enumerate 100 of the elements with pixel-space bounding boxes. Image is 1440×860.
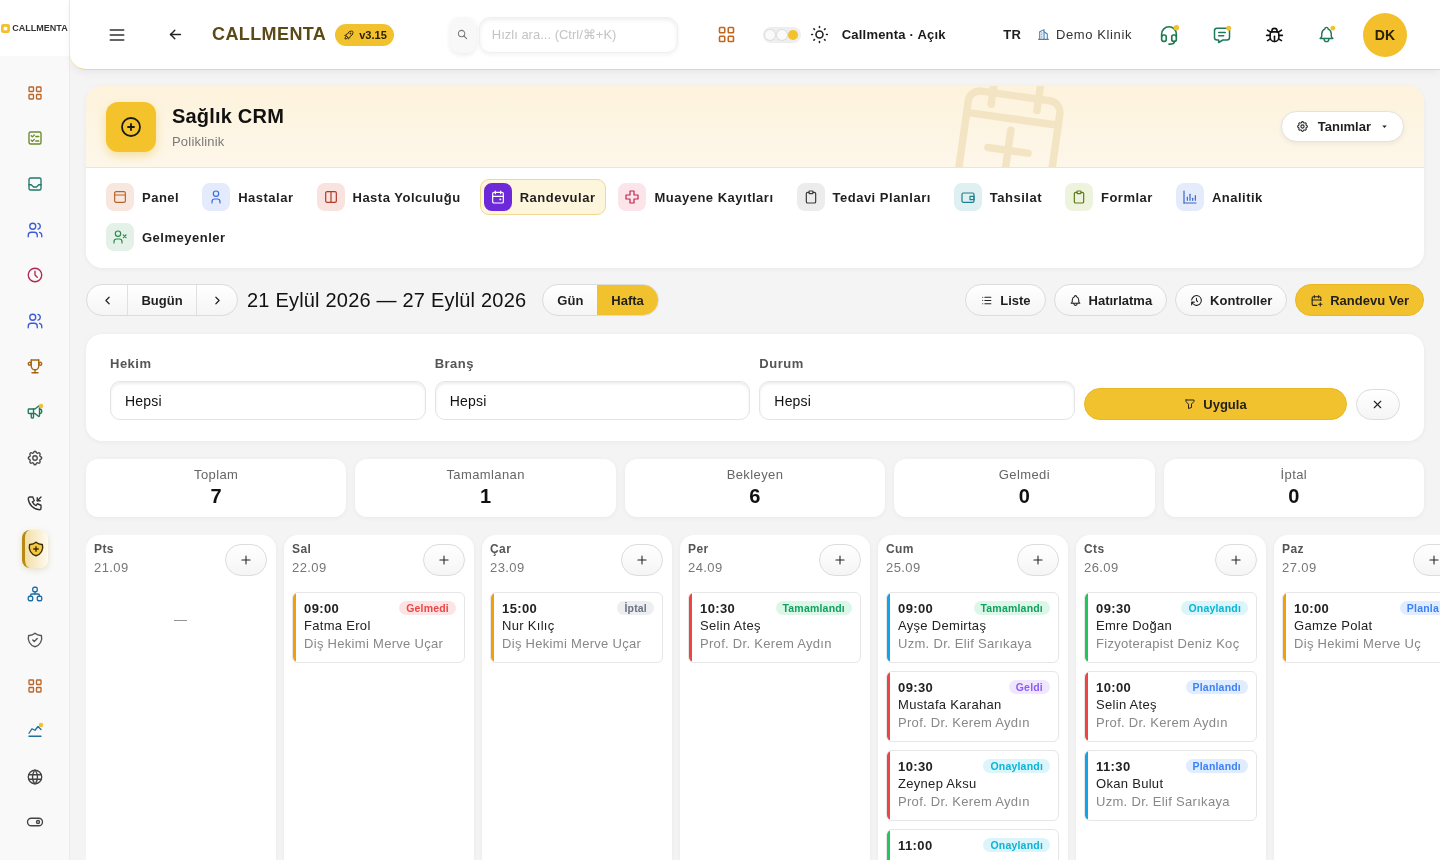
appointment-card[interactable]: 10:30 Onaylandı Zeynep Aksu Prof. Dr. Kerem Aydın: [886, 750, 1059, 821]
tab[interactable]: Randevular: [479, 179, 607, 215]
filter-label: Hekim: [110, 356, 152, 371]
action-button[interactable]: Randevu Ver: [1295, 284, 1424, 316]
users-icon: [25, 311, 44, 330]
view-tab[interactable]: Gün: [543, 285, 598, 315]
wallet-icon: [953, 183, 982, 211]
date-range-title: 21 Eylül 2026 — 27 Eylül 2026: [247, 288, 527, 312]
tab[interactable]: Panel: [102, 179, 191, 215]
tab[interactable]: Hastalar: [198, 179, 305, 215]
tab[interactable]: Hasta Yolculuğu: [312, 179, 472, 215]
day-date: 25.09: [886, 560, 921, 575]
filter-select[interactable]: Hepsi: [434, 381, 751, 420]
day-name: Per: [688, 542, 710, 556]
status-badge: Planlandı: [1185, 680, 1248, 694]
doctor-name: Diş Hekimi Merve Uç: [1294, 635, 1423, 653]
stat-value: 0: [1288, 485, 1300, 508]
logo-text: CALLMENTA: [12, 23, 68, 33]
add-appointment-button[interactable]: [1215, 544, 1257, 576]
appointment-card[interactable]: 10:00 Planlandı Selin Ateş Prof. Dr. Kerem Aydın: [1084, 671, 1257, 742]
search-field[interactable]: Hızlı ara... (Ctrl/⌘+K): [478, 16, 678, 53]
patient-name: Nur Kılıç: [502, 617, 556, 635]
action-button[interactable]: Kontroller: [1175, 284, 1288, 316]
stat-label: Gelmedi: [998, 467, 1050, 482]
tab[interactable]: Muayene Kayıtları: [614, 179, 785, 215]
stat-label: Tamamlanan: [446, 467, 525, 482]
stat-value: 1: [479, 485, 492, 508]
appointment-card[interactable]: 11:00 Onaylandı: [886, 829, 1059, 860]
patient-name: Ayşe Demirtaş: [898, 617, 988, 635]
patient-name: Emre Doğan: [1096, 617, 1173, 635]
plus-icon: [1031, 553, 1045, 567]
appointment-card[interactable]: 15:00 İptal Nur Kılıç Diş Hekimi Merve Uçar: [490, 592, 663, 663]
empty-day-text: —: [172, 612, 189, 627]
sun-icon[interactable]: [808, 24, 830, 45]
add-appointment-button[interactable]: [423, 544, 465, 576]
day-date: 22.09: [292, 560, 327, 575]
appointment-card[interactable]: 09:30 Geldi Mustafa Karahan Prof. Dr. Kerem Aydın: [886, 671, 1059, 742]
clipboard-icon: [1065, 183, 1093, 211]
megaphone-icon: [25, 402, 44, 421]
user-avatar[interactable]: DK: [1363, 12, 1407, 57]
tab[interactable]: Gelmeyenler: [102, 219, 237, 255]
action-button[interactable]: Hatırlatma: [1053, 284, 1168, 316]
filter-select[interactable]: Hepsi: [759, 381, 1075, 420]
doctor-name: Uzm. Dr. Elif Sarıkaya: [898, 635, 1033, 653]
doctor-name: Prof. Dr. Kerem Aydın: [700, 635, 833, 653]
patient-name: Zeynep Aksu: [898, 775, 978, 793]
tab[interactable]: Tahsilat: [949, 179, 1053, 215]
tab[interactable]: Tedavi Planları: [792, 179, 942, 215]
day-name: Pts: [94, 542, 115, 556]
add-appointment-button[interactable]: [819, 544, 861, 576]
status-badge: Planla: [1399, 601, 1440, 615]
appointment-card[interactable]: 10:00 Planla Gamze Polat Diş Hekimi Merve Uç: [1282, 592, 1440, 663]
action-button[interactable]: Liste: [965, 284, 1046, 316]
add-appointment-button[interactable]: [225, 544, 267, 576]
clear-button[interactable]: [1356, 389, 1400, 420]
day-date: 24.09: [688, 560, 723, 575]
appointment-card[interactable]: 11:30 Planlandı Okan Bulut Uzm. Dr. Elif Sarıkaya: [1084, 750, 1257, 821]
clipboard-icon: [796, 183, 825, 211]
appointment-time: 09:00: [304, 600, 340, 616]
appointment-card[interactable]: 09:00 Tamamlandı Ayşe Demirtaş Uzm. Dr. Elif Sarıkaya: [886, 592, 1059, 663]
appointment-time: 15:00: [502, 600, 538, 616]
day-date: 23.09: [490, 560, 525, 575]
day-date: 21.09: [94, 560, 129, 575]
appointment-time: 11:30: [1096, 758, 1131, 774]
add-appointment-button[interactable]: [1017, 544, 1059, 576]
day-name: Paz: [1282, 542, 1305, 556]
page-subtitle: Poliklinik: [172, 133, 226, 149]
day-name: Çar: [490, 542, 513, 556]
user-x-icon: [106, 223, 134, 251]
status-badge: Tamamlandı: [775, 601, 852, 615]
search-icon[interactable]: [449, 16, 476, 53]
day-date: 26.09: [1084, 560, 1119, 575]
rocket-icon: [343, 28, 356, 41]
columns-icon: [316, 183, 345, 211]
plus-icon: [1427, 553, 1440, 567]
stat-value: 7: [210, 485, 222, 508]
definitions-button[interactable]: Tanımlar: [1280, 111, 1404, 142]
chat-icon[interactable]: [1212, 24, 1232, 45]
stat-value: 6: [749, 485, 761, 508]
plus-icon: [635, 553, 649, 567]
plus-icon: [239, 553, 253, 567]
calendar-plus-icon: [1310, 293, 1324, 307]
view-tab[interactable]: Hafta: [597, 285, 658, 315]
clinic-selector[interactable]: Demo Klinik: [1037, 27, 1132, 42]
doctor-name: Diş Hekimi Merve Uçar: [304, 635, 445, 653]
appointment-card[interactable]: 10:30 Tamamlandı Selin Ateş Prof. Dr. Kerem Aydın: [688, 592, 861, 663]
filter-select[interactable]: Hepsi: [110, 381, 426, 420]
filter-label: Durum: [759, 356, 804, 371]
notification-bell-icon[interactable]: [1317, 25, 1336, 44]
sidebar-item[interactable]: [21, 529, 48, 568]
appointment-card[interactable]: 09:00 Gelmedi Fatma Erol Diş Hekimi Merve Uçar: [292, 592, 465, 663]
tab[interactable]: Analitik: [1171, 179, 1274, 215]
stat-label: İptal: [1280, 467, 1308, 482]
version-text: v3.15: [359, 28, 387, 41]
apply-button[interactable]: Uygula: [1084, 388, 1347, 420]
add-appointment-button[interactable]: [621, 544, 663, 576]
tab[interactable]: Formlar: [1061, 179, 1164, 215]
appointment-time: 10:30: [898, 758, 934, 774]
appointment-card[interactable]: 09:30 Onaylandı Emre Doğan Fizyoterapist Deniz Koç: [1084, 592, 1257, 663]
headset-icon[interactable]: [1158, 23, 1180, 46]
